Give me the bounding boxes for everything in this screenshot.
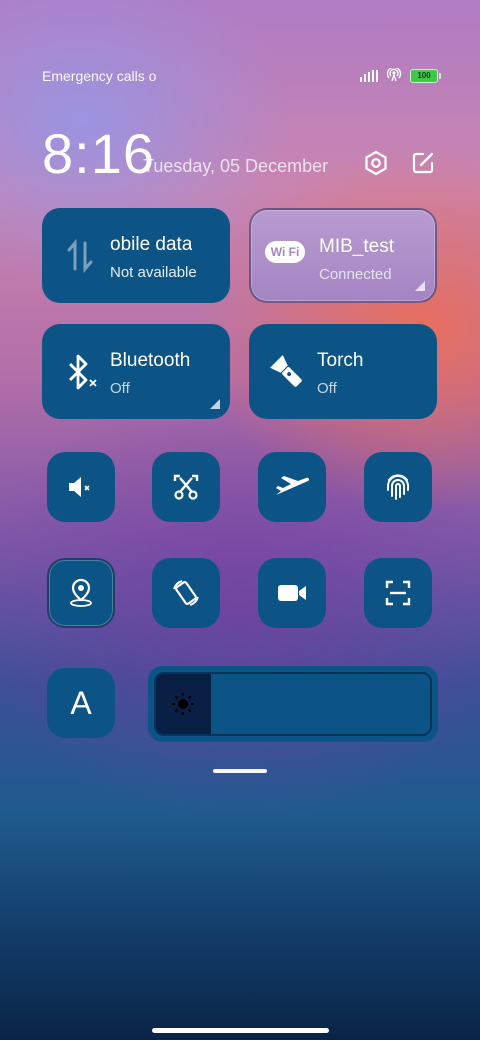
wifi-badge: Wi Fi [264,241,306,263]
settings-button[interactable] [361,148,391,178]
mute-icon [69,477,90,497]
status-icons: 100 [360,66,441,85]
bluetooth-status: Off [110,380,130,397]
auto-rotate-toggle[interactable] [152,558,220,628]
bluetooth-tile[interactable]: Bluetooth Off [42,324,230,419]
hotspot-icon [386,66,402,85]
airplane-toggle[interactable] [258,452,326,522]
date-label: Tuesday, 05 December [143,156,329,176]
mobile-data-icon [60,236,100,276]
screenshot-toggle[interactable] [152,452,220,522]
video-camera-icon [278,585,306,601]
location-toggle[interactable] [47,558,115,628]
bluetooth-label: Bluetooth [110,350,191,371]
expand-corner-icon [415,281,425,291]
airplane-icon [276,476,310,495]
font-size-label: A [70,684,92,721]
mobile-data-label: obile data [110,234,193,255]
wifi-tile[interactable]: Wi Fi MIB_test Connected [249,208,437,303]
mute-toggle[interactable] [47,452,115,522]
carrier-text: Emergency calls o [42,68,157,84]
signal-icon [360,70,378,82]
torch-icon [267,352,307,392]
status-bar: Emergency calls o 100 [42,64,441,88]
brightness-track[interactable] [154,672,432,736]
clock: 8:16 [42,122,155,185]
fingerprint-icon [387,474,409,500]
location-icon [70,578,92,607]
wifi-label: MIB_test [319,236,394,257]
font-size-button[interactable]: A [47,668,115,738]
brightness-fill [156,674,211,734]
bluetooth-icon [60,352,100,392]
expand-corner-icon [210,399,220,409]
scanner-toggle[interactable] [364,558,432,628]
battery-icon: 100 [410,69,441,83]
settings-icon [365,150,387,176]
panel-drag-handle[interactable] [213,769,267,773]
auto-rotate-icon [173,580,199,606]
edit-button[interactable] [408,148,438,178]
torch-tile[interactable]: Torch Off [249,324,437,419]
torch-label: Torch [317,350,364,371]
screen-recorder-toggle[interactable] [258,558,326,628]
torch-status: Off [317,380,337,397]
mobile-data-status: Not available [110,264,197,281]
wifi-status: Connected [319,266,392,283]
wifi-icon: Wi Fi [264,232,306,272]
mobile-data-tile[interactable]: obile data Not available [42,208,230,303]
navigation-gesture-bar[interactable] [152,1028,329,1033]
fingerprint-toggle[interactable] [364,452,432,522]
brightness-slider[interactable] [148,666,438,742]
brightness-icon [172,693,195,715]
screenshot-icon [173,474,199,500]
scan-icon [385,580,411,606]
edit-icon [412,152,434,174]
